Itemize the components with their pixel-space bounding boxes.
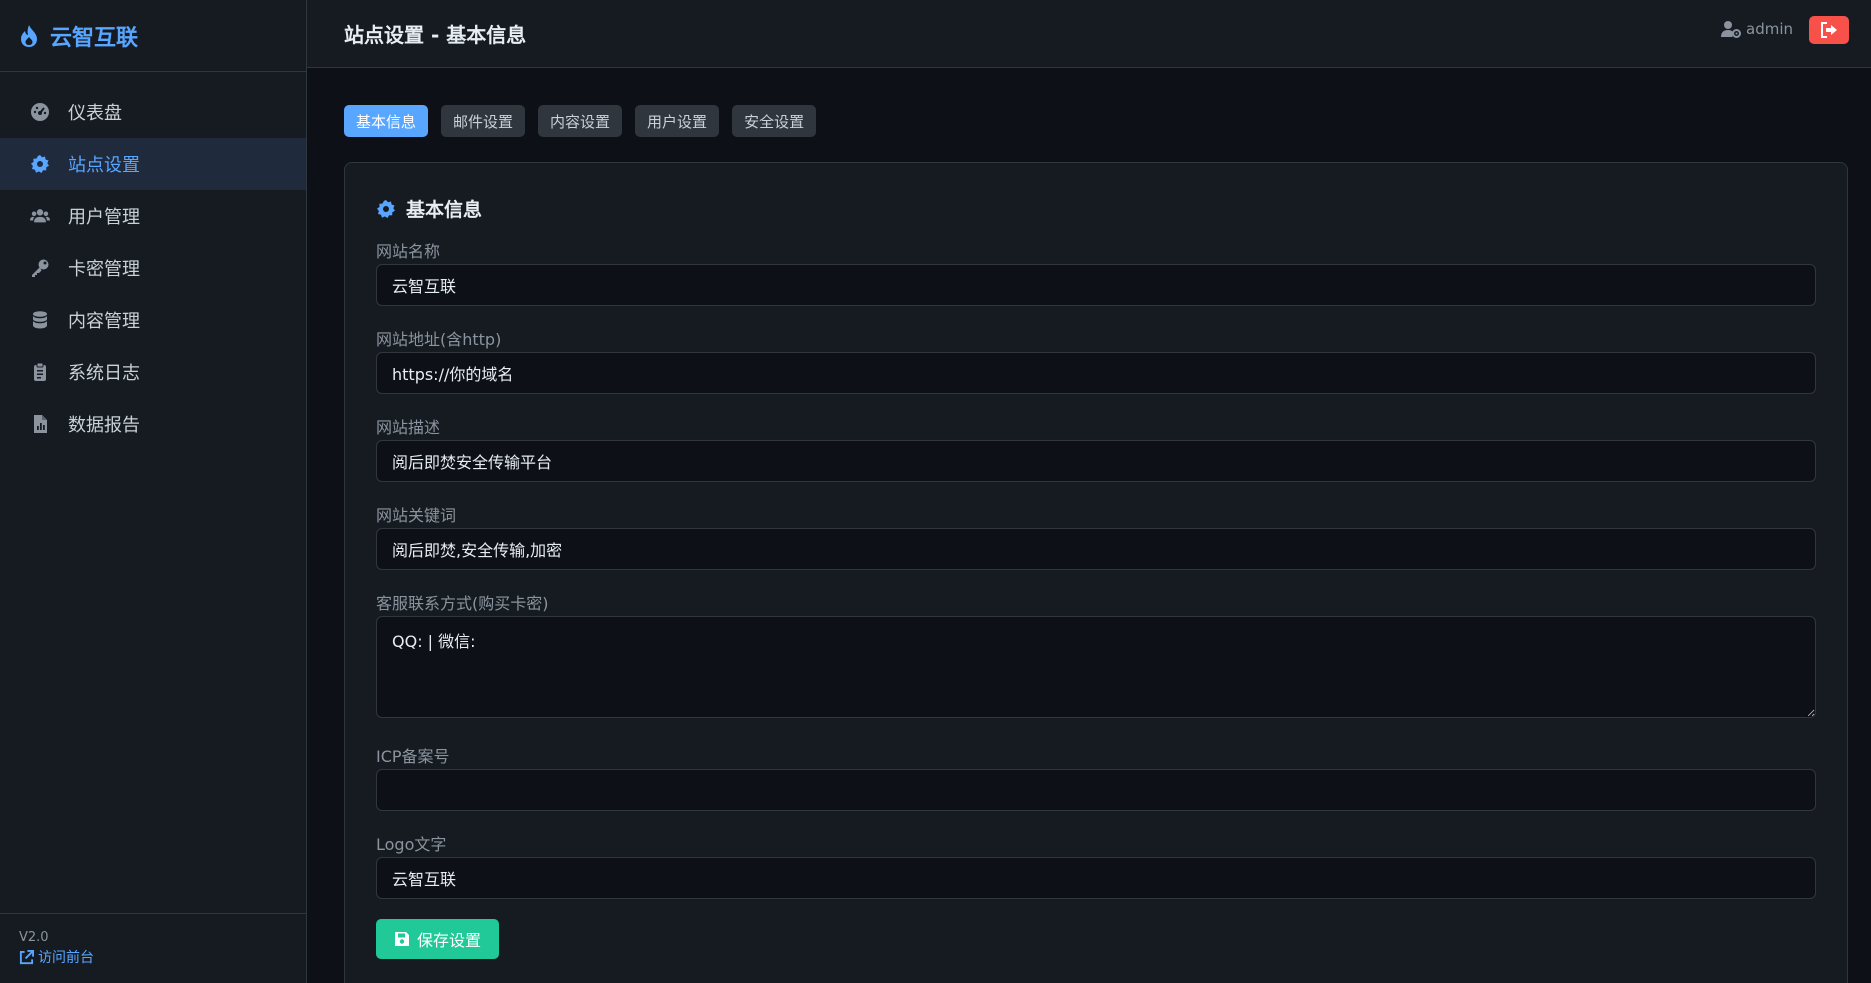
user-cog-icon — [1721, 21, 1741, 38]
clipboard-icon — [29, 361, 51, 383]
external-link-icon — [19, 949, 34, 964]
site-keywords-field[interactable] — [376, 528, 1816, 570]
site-keywords-label: 网站关键词 — [376, 506, 457, 525]
logout-button[interactable] — [1809, 16, 1849, 44]
sidebar-item-label: 内容管理 — [68, 311, 140, 332]
sidebar: 云智互联 仪表盘 站点设置 用户管理 卡密管理 内容管理 系统日志 数据报告 V… — [0, 0, 307, 983]
tab-security-settings[interactable]: 安全设置 — [732, 105, 817, 137]
site-description-label: 网站描述 — [376, 418, 441, 437]
sidebar-item-label: 系统日志 — [68, 363, 140, 384]
icp-field[interactable] — [376, 769, 1816, 811]
site-url-label: 网站地址(含http) — [376, 330, 502, 349]
site-description-field[interactable] — [376, 440, 1816, 482]
topbar: 站点设置 - 基本信息 admin — [307, 0, 1871, 68]
gear-icon — [29, 153, 51, 175]
tab-basic-info[interactable]: 基本信息 — [344, 105, 429, 137]
brand-name: 云智互联 — [50, 25, 139, 51]
visit-frontend-link[interactable]: 访问前台 — [19, 947, 306, 967]
site-name-label: 网站名称 — [376, 242, 441, 261]
card-header: 基本信息 — [376, 195, 482, 222]
card-title: 基本信息 — [406, 199, 483, 221]
sidebar-item-dashboard[interactable]: 仪表盘 — [0, 86, 306, 138]
logo-text-field[interactable] — [376, 857, 1816, 899]
users-icon — [29, 205, 51, 227]
floppy-disk-icon — [395, 932, 409, 946]
version-label: V2.0 — [19, 930, 49, 945]
sidebar-item-content[interactable]: 内容管理 — [0, 294, 306, 346]
key-icon — [29, 257, 51, 279]
sign-out-icon — [1821, 22, 1837, 38]
sidebar-item-label: 仪表盘 — [68, 103, 122, 124]
icp-label: ICP备案号 — [376, 747, 450, 766]
sidebar-item-users[interactable]: 用户管理 — [0, 190, 306, 242]
visit-frontend-label: 访问前台 — [38, 950, 94, 966]
page-title: 站点设置 - 基本信息 — [344, 23, 527, 47]
logo-text-label: Logo文字 — [376, 835, 447, 854]
save-button-label: 保存设置 — [417, 931, 482, 950]
tab-user-settings[interactable]: 用户设置 — [635, 105, 720, 137]
save-button[interactable]: 保存设置 — [376, 919, 500, 959]
sidebar-item-logs[interactable]: 系统日志 — [0, 346, 306, 398]
site-url-field[interactable] — [376, 352, 1816, 394]
sidebar-item-label: 站点设置 — [68, 155, 140, 176]
basic-info-card: 基本信息 网站名称 网站地址(含http) 网站描述 网站关键词 客服联系方式(… — [344, 162, 1848, 983]
sidebar-item-card-keys[interactable]: 卡密管理 — [0, 242, 306, 294]
sidebar-item-reports[interactable]: 数据报告 — [0, 398, 306, 450]
sidebar-footer: V2.0 访问前台 — [0, 913, 306, 983]
user-menu[interactable]: admin — [1721, 20, 1793, 38]
file-chart-icon — [29, 413, 51, 435]
sidebar-nav: 仪表盘 站点设置 用户管理 卡密管理 内容管理 系统日志 数据报告 — [0, 72, 306, 450]
settings-tabs: 基本信息 邮件设置 内容设置 用户设置 安全设置 — [344, 105, 829, 137]
gear-icon — [377, 199, 395, 218]
brand[interactable]: 云智互联 — [0, 0, 306, 72]
sidebar-item-label: 卡密管理 — [68, 259, 140, 280]
sidebar-item-site-settings[interactable]: 站点设置 — [0, 138, 306, 190]
username: admin — [1746, 20, 1793, 38]
contact-label: 客服联系方式(购买卡密) — [376, 594, 549, 613]
tab-content-settings[interactable]: 内容设置 — [538, 105, 623, 137]
sidebar-item-label: 数据报告 — [68, 415, 140, 436]
database-icon — [29, 309, 51, 331]
sidebar-item-label: 用户管理 — [68, 207, 140, 228]
site-name-field[interactable] — [376, 264, 1816, 306]
flame-icon — [18, 24, 40, 48]
contact-textarea[interactable]: QQ: | 微信: — [376, 616, 1816, 718]
dashboard-icon — [29, 101, 51, 123]
tab-email-settings[interactable]: 邮件设置 — [441, 105, 526, 137]
